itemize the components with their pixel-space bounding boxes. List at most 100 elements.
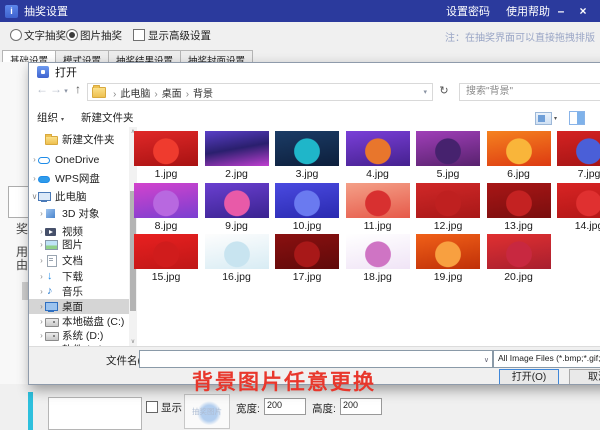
file-item[interactable]: 7.jpg — [557, 131, 600, 180]
file-thumbnail[interactable] — [275, 234, 339, 269]
filename-dropdown-icon[interactable]: ∨ — [484, 356, 489, 364]
minimize-button[interactable]: – — [550, 4, 572, 18]
file-item[interactable]: 2.jpg — [205, 131, 269, 180]
file-item[interactable]: 14.jpg — [557, 183, 600, 232]
file-thumbnail[interactable] — [346, 131, 410, 166]
file-item[interactable]: 8.jpg — [134, 183, 198, 232]
expander-icon[interactable]: › — [38, 317, 45, 326]
checkbox-advanced-settings[interactable] — [133, 29, 145, 41]
sidebar-item[interactable]: ›下载 — [29, 269, 129, 284]
breadcrumb-item[interactable]: 此电脑 — [120, 89, 150, 100]
back-button[interactable]: ← — [35, 82, 49, 96]
file-thumbnail[interactable] — [346, 183, 410, 218]
file-item[interactable]: 19.jpg — [416, 234, 480, 283]
open-button[interactable]: 打开(O) — [499, 369, 559, 385]
refresh-icon[interactable]: ↻ — [433, 83, 455, 99]
file-item[interactable]: 18.jpg — [346, 234, 410, 283]
forward-button[interactable]: → — [49, 82, 63, 96]
breadcrumb-item[interactable]: 背景 — [193, 89, 213, 100]
show-checkbox[interactable] — [146, 401, 158, 413]
height-input[interactable]: 200 — [340, 398, 382, 415]
breadcrumb[interactable]: ›此电脑›桌面›背景 ▾ — [87, 83, 433, 101]
expander-icon[interactable]: › — [31, 174, 38, 183]
expander-icon[interactable]: › — [38, 256, 45, 265]
views-icon[interactable] — [535, 112, 552, 125]
expander-icon[interactable]: › — [31, 155, 38, 164]
file-thumbnail[interactable] — [487, 131, 551, 166]
file-thumbnail[interactable] — [487, 234, 551, 269]
file-thumbnail[interactable] — [416, 234, 480, 269]
file-item[interactable]: 1.jpg — [134, 131, 198, 180]
organize-button[interactable]: 组织▾ — [37, 110, 64, 125]
sidebar-item[interactable]: ›本地磁盘 (C:) — [29, 314, 129, 329]
breadcrumb-dropdown-icon[interactable]: ▾ — [423, 88, 427, 96]
sidebar-item[interactable]: ›桌面 — [29, 299, 129, 314]
file-item[interactable]: 16.jpg — [205, 234, 269, 283]
up-button[interactable]: ↑ — [71, 82, 85, 96]
expander-icon[interactable]: › — [38, 272, 45, 281]
file-thumbnail[interactable] — [205, 131, 269, 166]
file-item[interactable]: 11.jpg — [346, 183, 410, 232]
file-thumbnail[interactable] — [205, 234, 269, 269]
close-button[interactable]: × — [572, 4, 594, 18]
expander-icon[interactable]: › — [38, 240, 45, 249]
sidebar-item[interactable]: ›3D 对象 — [29, 206, 129, 221]
expander-icon[interactable]: › — [38, 209, 45, 218]
lottery-image-button[interactable]: 抽奖图片 — [184, 394, 230, 429]
views-dropdown-icon[interactable]: ▾ — [554, 115, 557, 122]
file-item[interactable]: 5.jpg — [416, 131, 480, 180]
file-thumbnail[interactable] — [134, 183, 198, 218]
file-thumbnail[interactable] — [416, 131, 480, 166]
expander-icon[interactable]: › — [38, 302, 45, 311]
sidebar-item[interactable]: ›OneDrive — [29, 152, 129, 167]
sidebar-item[interactable]: ›系统 (D:) — [29, 328, 129, 343]
sidebar-item[interactable]: ›WPS网盘 — [29, 171, 129, 186]
show-checkbox-label[interactable]: 显示 — [161, 400, 182, 415]
scroll-down-icon[interactable]: ∨ — [129, 338, 137, 345]
expander-icon[interactable]: ∨ — [31, 192, 38, 201]
file-item[interactable]: 20.jpg — [487, 234, 551, 283]
breadcrumb-item[interactable]: 桌面 — [162, 89, 182, 100]
width-input[interactable]: 200 — [264, 398, 306, 415]
file-item[interactable]: 13.jpg — [487, 183, 551, 232]
titlebar-link[interactable]: 使用帮助 — [506, 3, 550, 19]
radio-text-lottery[interactable] — [10, 29, 22, 41]
file-thumbnail[interactable] — [134, 131, 198, 166]
expander-icon[interactable]: › — [38, 331, 45, 340]
sidebar-item[interactable]: 新建文件夹 — [29, 132, 129, 147]
search-input[interactable]: 搜索"背景" — [459, 83, 600, 101]
file-thumbnail[interactable] — [346, 234, 410, 269]
titlebar-link[interactable]: 设置密码 — [446, 3, 490, 19]
file-item[interactable]: 3.jpg — [275, 131, 339, 180]
cancel-button[interactable]: 取消 — [569, 369, 600, 385]
file-item[interactable]: 17.jpg — [275, 234, 339, 283]
file-thumbnail[interactable] — [134, 234, 198, 269]
file-item[interactable]: 15.jpg — [134, 234, 198, 283]
filetype-select[interactable]: All Image Files (*.bmp;*.gif;*. — [493, 350, 600, 368]
expander-icon[interactable]: › — [38, 227, 45, 236]
file-item[interactable]: 10.jpg — [275, 183, 339, 232]
file-thumbnail[interactable] — [275, 183, 339, 218]
file-thumbnail[interactable] — [205, 183, 269, 218]
sidebar-item[interactable]: ›文档 — [29, 253, 129, 268]
expander-icon[interactable]: › — [38, 287, 45, 296]
checkbox-advanced-label[interactable]: 显示高级设置 — [148, 28, 211, 43]
radio-text-lottery-label[interactable]: 文字抽奖 — [24, 28, 66, 43]
history-dropdown-icon[interactable]: ▾ — [62, 87, 70, 95]
file-item[interactable]: 12.jpg — [416, 183, 480, 232]
file-item[interactable]: 4.jpg — [346, 131, 410, 180]
file-thumbnail[interactable] — [275, 131, 339, 166]
preview-pane-icon[interactable] — [569, 111, 585, 125]
file-item[interactable]: 6.jpg — [487, 131, 551, 180]
file-item[interactable]: 9.jpg — [205, 183, 269, 232]
file-thumbnail[interactable] — [557, 131, 600, 166]
radio-image-lottery[interactable] — [66, 29, 78, 41]
sidebar-item[interactable]: ›音乐 — [29, 284, 129, 299]
sidebar-item[interactable]: ∨此电脑 — [29, 189, 129, 204]
radio-image-lottery-label[interactable]: 图片抽奖 — [80, 28, 122, 43]
file-thumbnail[interactable] — [487, 183, 551, 218]
new-folder-button[interactable]: 新建文件夹 — [81, 110, 134, 125]
sidebar-item[interactable]: ›图片 — [29, 237, 129, 252]
file-thumbnail[interactable] — [557, 183, 600, 218]
file-thumbnail[interactable] — [416, 183, 480, 218]
